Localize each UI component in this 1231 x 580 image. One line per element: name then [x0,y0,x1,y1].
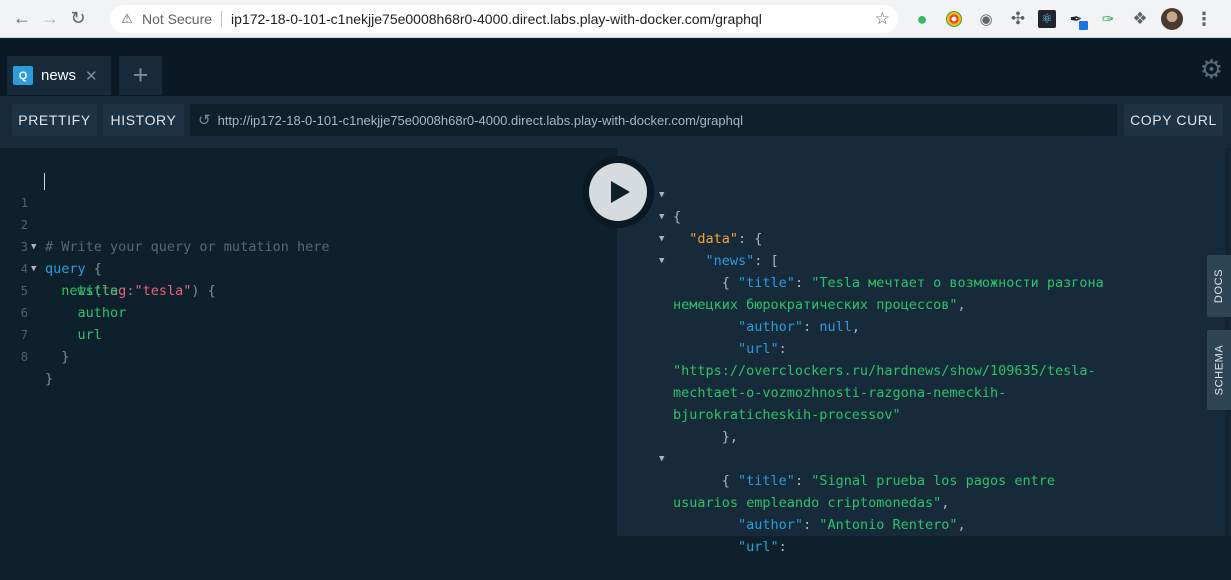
result-line: "author": "Antonio Rentero", [738,517,966,533]
result-line: ▼ "news": [ [617,206,1205,269]
result-line: немецких бюрократических процессов", [673,297,966,313]
address-bar[interactable]: ⚠ Not Secure ip172-18-0-101-c1nekjje75e0… [110,5,898,33]
react-devtools-icon[interactable]: ⚛ [1038,10,1056,28]
text-cursor [44,173,45,190]
reload-icon[interactable]: ↻ [64,5,92,33]
forward-arrow-icon[interactable]: → [36,5,64,33]
tab-news[interactable]: Q news ✕ [7,56,111,95]
result-line: mechtaet-o-vozmozhnosti-razgona-nemeckih… [617,360,1205,401]
browser-toolbar: ← → ↻ ⚠ Not Secure ip172-18-0-101-c1nekj… [0,0,1231,38]
result-line: ▼ { [617,426,1205,489]
settings-gear-icon[interactable]: ⚙ [1200,54,1223,85]
schema-label: SCHEMA [1213,344,1226,396]
prettify-button[interactable]: PRETTIFY [12,104,97,136]
result-line: bjurokraticheskih-processov" [617,382,1205,423]
result-line: "author": null, [738,319,860,335]
result-key-url: "url" [738,539,779,555]
address-divider [221,11,223,27]
editor-line: 7 } [0,302,617,365]
evernote-extension-icon[interactable]: ● [910,7,934,31]
bookmark-star-icon[interactable]: ☆ [875,9,890,29]
schema-tab[interactable]: SCHEMA [1207,330,1231,410]
warning-triangle-icon[interactable]: ⚠ [120,11,134,26]
history-button[interactable]: HISTORY [103,104,184,136]
result-line: "https://overclockers.ru/hardnews/show/1… [617,338,1205,379]
tab-label: news [41,67,77,84]
pen-extension-icon[interactable]: ✑ [1096,7,1120,31]
camera-extension-icon[interactable]: ◉ [974,7,998,31]
copy-curl-button[interactable]: COPY CURL [1124,104,1223,136]
editor-line: 5 author [0,258,617,321]
result-line: "url": [738,341,787,357]
color-wheel-extension-icon[interactable] [942,7,966,31]
play-icon [611,181,630,203]
playground-tab-bar: Q news ✕ + ⚙ [0,39,1231,96]
address-url[interactable]: ip172-18-0-101-c1nekjje75e0008h68r0-4000… [231,11,762,27]
editor-line: 2 ▼ query { [0,192,617,277]
result-line: "title": "Signal prueba los pagos entre [738,473,1056,489]
editor-line: 1 # Write your query or mutation here [0,170,617,255]
security-label[interactable]: Not Secure [142,11,212,27]
editor-toolbar: PRETTIFY HISTORY ↺ http://ip172-18-0-101… [0,96,1231,148]
line-number: 8 [20,350,28,364]
result-line: }, [673,429,739,445]
editor-line: 6 url [0,280,617,343]
reload-schema-icon[interactable]: ↺ [198,111,211,129]
docs-tab[interactable]: DOCS [1207,255,1231,317]
docs-label: DOCS [1213,268,1225,304]
query-editor[interactable]: 1 # Write your query or mutation here 2 … [0,148,617,536]
result-line: ▼ "data": { [617,184,1205,247]
profile-avatar[interactable] [1160,7,1184,31]
result-line: "title": "Tesla мечтает о возможности ра… [738,275,1104,291]
result-line: "url": [738,539,787,555]
move-extension-icon[interactable]: ✣ [1006,7,1030,31]
close-tab-icon[interactable]: ✕ [85,67,98,85]
execute-query-button[interactable] [589,163,647,221]
add-tab-button[interactable]: + [119,56,162,95]
editor-line: 8 } [0,324,617,387]
extensions-bar: ● ◉ ✣ ⚛ ✒ ✑ ❖ ⋮ [910,7,1216,31]
editor-line: 4 title [0,236,617,299]
editor-line: 3 ▼ news(tag:"tesla") { [0,214,617,299]
browser-menu-icon[interactable]: ⋮ [1192,7,1216,31]
eyedropper-extension-icon[interactable]: ✒ [1064,7,1088,31]
endpoint-input[interactable]: ↺ http://ip172-18-0-101-c1nekjje75e0008h… [190,104,1117,136]
back-arrow-icon[interactable]: ← [8,5,36,33]
results-pane[interactable]: ▼ { ▼ "data": { ▼ "news": [ ▼ { "title":… [617,148,1231,555]
endpoint-url[interactable]: http://ip172-18-0-101-c1nekjje75e0008h68… [218,113,743,128]
result-line: ▼ { [617,228,1205,291]
result-line: ▼ { [617,162,1205,225]
query-badge-icon: Q [13,66,33,85]
result-line: usuarios empleando criptomonedas", [673,495,950,511]
extensions-puzzle-icon[interactable]: ❖ [1128,7,1152,31]
